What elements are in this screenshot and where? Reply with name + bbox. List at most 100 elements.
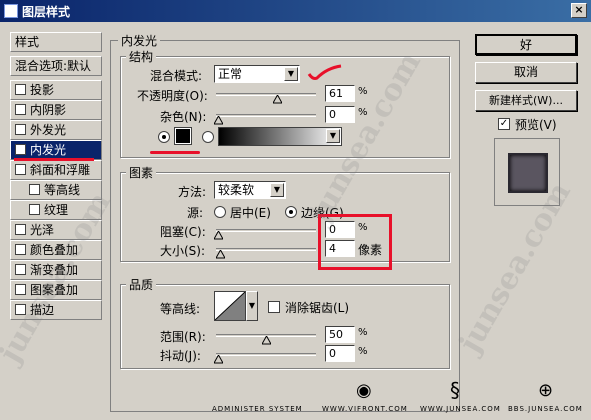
footer-logo-4: BBS.JUNSEA.COM	[508, 405, 583, 413]
source-edge-radio[interactable]	[285, 206, 297, 218]
sidebar-item[interactable]: 光泽	[10, 220, 102, 240]
blend-options-item[interactable]: 混合选项:默认	[10, 56, 102, 76]
cancel-button[interactable]: 取消	[475, 62, 577, 83]
sidebar-item[interactable]: 外发光	[10, 120, 102, 140]
footer-logo-3: WWW.JUNSEA.COM	[420, 405, 501, 413]
quality-title: 品质	[126, 276, 157, 293]
gradient-radio[interactable]	[202, 131, 214, 143]
sidebar-item-label: 图案叠加	[30, 283, 79, 297]
choke-slider-thumb[interactable]	[214, 231, 223, 240]
title-bar[interactable]	[0, 0, 591, 22]
close-button[interactable]: ×	[571, 3, 587, 18]
noise-input[interactable]: 0	[325, 106, 355, 123]
style-list-header[interactable]: 样式	[10, 32, 102, 52]
chevron-down-icon[interactable]: ▼	[326, 129, 340, 143]
jitter-slider[interactable]	[216, 353, 316, 356]
noise-slider-thumb[interactable]	[214, 116, 223, 125]
logo-globe-icon: ⊕	[538, 380, 554, 401]
sidebar-item-checkbox[interactable]	[15, 304, 26, 315]
contour-label: 等高线:	[160, 302, 201, 316]
contour-picker[interactable]	[214, 291, 246, 321]
ok-button[interactable]: 好	[475, 34, 577, 55]
opacity-slider[interactable]	[216, 93, 316, 96]
size-slider-thumb[interactable]	[216, 250, 225, 259]
blend-mode-select[interactable]: 正常 ▼	[214, 65, 300, 83]
annotation-check-icon	[307, 64, 342, 80]
choke-slider[interactable]	[216, 229, 316, 232]
sidebar-item[interactable]: 纹理	[10, 200, 102, 220]
sidebar-item[interactable]: 颜色叠加	[10, 240, 102, 260]
contour-curve-icon	[214, 291, 246, 321]
jitter-slider-thumb[interactable]	[214, 355, 223, 364]
sidebar-item-checkbox[interactable]	[29, 184, 40, 195]
gradient-picker[interactable]: ▼	[218, 127, 342, 146]
sidebar-item[interactable]: 图案叠加	[10, 280, 102, 300]
annotation-underline	[150, 151, 200, 154]
antialias-checkbox[interactable]	[268, 301, 280, 313]
method-value: 较柔软	[218, 183, 255, 197]
preview-label[interactable]: 预览(V)	[515, 116, 557, 133]
new-style-button[interactable]: 新建样式(W)...	[475, 90, 577, 111]
range-unit: %	[358, 327, 368, 338]
size-label: 大小(S):	[160, 244, 206, 258]
opacity-unit: %	[358, 86, 368, 97]
sidebar-item-label: 内阴影	[30, 103, 67, 117]
source-label: 源:	[187, 206, 204, 220]
range-slider-thumb[interactable]	[262, 336, 271, 345]
sidebar-item-checkbox[interactable]	[15, 224, 26, 235]
sidebar-item-checkbox[interactable]	[15, 124, 26, 135]
structure-title: 结构	[126, 48, 157, 65]
size-slider[interactable]	[216, 248, 316, 251]
chevron-down-icon[interactable]: ▼	[284, 67, 298, 81]
sidebar-item-checkbox[interactable]	[29, 204, 40, 215]
noise-slider[interactable]	[216, 114, 316, 117]
sidebar-item[interactable]: 斜面和浮雕	[10, 160, 102, 180]
footer-logo-1: ADMINISTER SYSTEM	[212, 405, 303, 413]
source-center-radio[interactable]	[214, 206, 226, 218]
preview-swatch	[508, 153, 548, 193]
annotation-box	[318, 214, 392, 270]
method-select[interactable]: 较柔软 ▼	[214, 181, 286, 199]
source-center-label[interactable]: 居中(E)	[230, 204, 271, 221]
sidebar-item-label: 外发光	[30, 123, 67, 137]
sidebar-item[interactable]: 内阴影	[10, 100, 102, 120]
sidebar-item-checkbox[interactable]	[15, 84, 26, 95]
sidebar-item[interactable]: 等高线	[10, 180, 102, 200]
opacity-input[interactable]: 61	[325, 85, 355, 102]
noise-unit: %	[358, 107, 368, 118]
sidebar-item-label: 渐变叠加	[30, 263, 79, 277]
sidebar-item-checkbox[interactable]	[15, 244, 26, 255]
opacity-slider-thumb[interactable]	[273, 95, 282, 104]
glow-color-swatch[interactable]	[174, 127, 192, 145]
app-icon	[4, 4, 18, 18]
range-label: 范围(R):	[160, 330, 206, 344]
antialias-label[interactable]: 消除锯齿(L)	[285, 299, 349, 316]
opacity-label: 不透明度(O):	[137, 89, 208, 103]
sidebar-item[interactable]: 渐变叠加	[10, 260, 102, 280]
sidebar-item[interactable]: 描边	[10, 300, 102, 320]
sidebar-item[interactable]: ✓ 内发光	[10, 140, 102, 160]
jitter-input[interactable]: 0	[325, 345, 355, 362]
color-radio[interactable]	[158, 131, 170, 143]
blend-mode-value: 正常	[218, 67, 243, 81]
jitter-label: 抖动(J):	[160, 349, 201, 363]
style-list: 样式 混合选项:默认 投影内阴影外发光 ✓ 内发光 斜面和浮雕 等高线 纹理 光泽 颜色叠加渐…	[10, 32, 102, 415]
sidebar-item-label: 描边	[30, 303, 55, 317]
sidebar-item-checkbox[interactable]	[15, 264, 26, 275]
sidebar-item[interactable]: 投影	[10, 80, 102, 100]
sidebar-item-checkbox[interactable]	[15, 164, 26, 175]
preview-checkbox[interactable]: ✓	[498, 118, 510, 130]
annotation-underline	[14, 158, 94, 161]
sidebar-item-checkbox[interactable]: ✓	[15, 144, 26, 155]
sidebar-item-checkbox[interactable]	[15, 284, 26, 295]
chevron-down-icon[interactable]: ▼	[246, 291, 258, 321]
sidebar-item-checkbox[interactable]	[15, 104, 26, 115]
panel-title: 内发光	[118, 32, 161, 49]
preview-frame	[494, 138, 560, 206]
window-title: 图层样式	[22, 5, 71, 19]
blend-mode-label: 混合模式:	[150, 69, 203, 83]
jitter-unit: %	[358, 346, 368, 357]
range-input[interactable]: 50	[325, 326, 355, 343]
logo-eye-icon: ◉	[356, 380, 372, 401]
chevron-down-icon[interactable]: ▼	[270, 183, 284, 197]
